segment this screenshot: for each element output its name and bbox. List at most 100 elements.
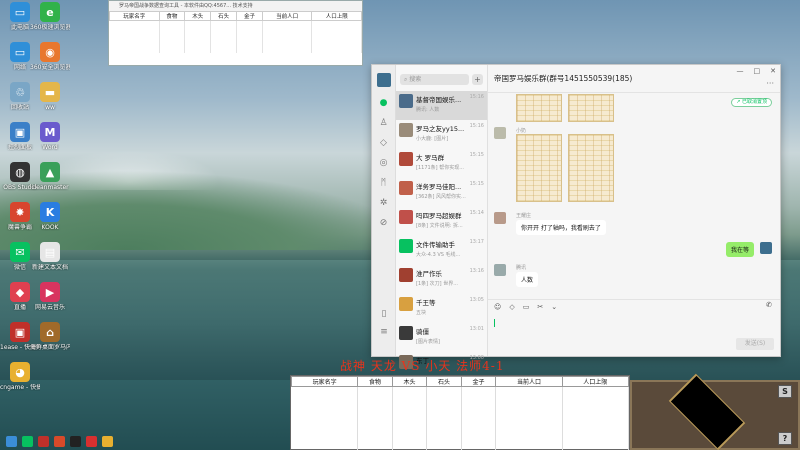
- table-column-header[interactable]: 人口上限: [311, 11, 362, 21]
- table-column-header[interactable]: 当前人口: [495, 376, 563, 387]
- desktop-icon[interactable]: ◉ 360安全浏览器: [30, 42, 70, 71]
- table-column-header[interactable]: 玩家名字: [290, 376, 359, 387]
- maximize-button[interactable]: □: [754, 67, 761, 75]
- minimap-score-button[interactable]: S: [778, 385, 792, 398]
- favorites-toolbar-icon[interactable]: ◇: [509, 303, 514, 311]
- chat-main-panel: 帝国罗马娱乐群(群号1451550539(185) — □ ✕ ··· ↗ 已取…: [488, 65, 780, 356]
- more-options-icon[interactable]: ···: [766, 79, 774, 88]
- folder-icon[interactable]: ▭: [523, 303, 530, 311]
- table-column-header[interactable]: 人口上限: [561, 376, 630, 387]
- game2-taskbar-icon[interactable]: [86, 435, 97, 447]
- moments-icon[interactable]: ᛗ: [378, 177, 390, 189]
- send-button[interactable]: 发送(S): [736, 338, 774, 350]
- app-icon: ✸: [10, 202, 30, 222]
- app-taskbar-icon[interactable]: [54, 435, 65, 447]
- conversation-avatar: [399, 123, 413, 137]
- image-message[interactable]: [516, 94, 562, 122]
- desktop-icon[interactable]: ⌂ 海鲜桌面罗马内斯: [30, 322, 70, 351]
- message-input[interactable]: [494, 315, 774, 335]
- table-column-header[interactable]: 木头: [184, 11, 212, 21]
- conversation-time: 15:15: [469, 181, 484, 187]
- conversation-avatar: [399, 326, 413, 340]
- user-avatar[interactable]: [376, 73, 391, 87]
- table-column-header[interactable]: 当前人口: [261, 11, 313, 21]
- wechat-window[interactable]: ● ♙ ◇ ◎ ᛗ ✲ ⊘ ▯ ≡ ⌕ 搜索 + 基督帝国娱乐... 15:16 腾…: [371, 64, 781, 369]
- conversation-name: 骑僵: [416, 328, 429, 336]
- conversation-list: ⌕ 搜索 + 基督帝国娱乐... 15:16 腾讯: 人数 罗马之友yy15... 15…: [396, 65, 488, 369]
- game-minimap[interactable]: S ?: [630, 373, 800, 450]
- conversation-item[interactable]: 吗四罗马超娱群 15:14 [8条] 文件说明: 拆...: [396, 207, 487, 236]
- desktop-icon-label: 360安全浏览器: [30, 64, 70, 71]
- conversation-name: 千王等: [416, 299, 436, 307]
- voice-call-icon[interactable]: ✆: [766, 301, 772, 309]
- windows-start-icon[interactable]: [6, 435, 17, 447]
- menu-icon[interactable]: ≡: [378, 326, 390, 338]
- conversation-item[interactable]: 骑僵 13:01 [图片表情]: [396, 323, 487, 352]
- conversation-preview: [图片表情]: [416, 339, 440, 345]
- files-icon[interactable]: ◎: [378, 157, 390, 169]
- penguin-taskbar-icon[interactable]: [70, 435, 81, 447]
- image-message[interactable]: [568, 94, 614, 122]
- contacts-icon[interactable]: ♙: [378, 117, 390, 129]
- favorites-icon[interactable]: ◇: [378, 137, 390, 149]
- phone-icon[interactable]: ▯: [378, 308, 390, 320]
- channels-icon[interactable]: ✲: [378, 197, 390, 209]
- message-bubble[interactable]: 你开开 打了轴吗，我看刷去了: [516, 220, 606, 235]
- message-area: 小奶 王耀庄 你开开 打了轴吗，我看刷去了 我在等 腾讯 人数: [488, 94, 780, 299]
- search-input[interactable]: ⌕ 搜索: [400, 74, 469, 85]
- conversation-avatar: [399, 239, 413, 253]
- stats-mini-window[interactable]: 罗马帝国战争数据查询工具 - 本软件由QQ:4567... 技术支持 玩家名字食…: [108, 0, 363, 66]
- wechat-taskbar-icon[interactable]: [22, 435, 33, 447]
- table-column-header[interactable]: 木头: [391, 376, 428, 387]
- table-column-header[interactable]: 食物: [158, 11, 186, 21]
- desktop-icon[interactable]: ▲ cleanmaster: [30, 162, 70, 191]
- sender-avatar[interactable]: [494, 127, 506, 139]
- search-apps-icon[interactable]: ⊘: [378, 217, 390, 229]
- desktop-icon[interactable]: M Word: [30, 122, 70, 151]
- conversation-item[interactable]: 文件传输助手 13:17 大众-4.3 VS 毛线...: [396, 236, 487, 265]
- message-bubble[interactable]: 人数: [516, 272, 539, 287]
- game-taskbar-icon[interactable]: [38, 435, 49, 447]
- emoji-icon[interactable]: ☺: [494, 303, 501, 311]
- desktop-icon[interactable]: K KOOK: [30, 202, 70, 231]
- conversation-avatar: [399, 297, 413, 311]
- conversation-item[interactable]: 基督帝国娱乐... 15:16 腾讯: 人数: [396, 91, 487, 120]
- mini-stats-table: 玩家名字 食物 木头 石头 金子 当前人口 人口上限: [109, 11, 362, 53]
- desktop-icon[interactable]: ▬ ww: [30, 82, 70, 111]
- sender-avatar[interactable]: [494, 212, 506, 224]
- chevron-down-icon[interactable]: ⌄: [551, 303, 557, 311]
- conversation-avatar: [399, 152, 413, 166]
- screenshot-icon[interactable]: ✂: [537, 303, 543, 311]
- table-column-header[interactable]: 金子: [236, 11, 263, 21]
- my-avatar[interactable]: [760, 242, 772, 254]
- chats-icon[interactable]: ●: [378, 97, 390, 109]
- sender-avatar[interactable]: [494, 264, 506, 276]
- desktop-icon[interactable]: ◕ cngame - 快捷方式: [0, 362, 40, 391]
- image-message[interactable]: [568, 134, 614, 202]
- app-icon: ▶: [40, 282, 60, 302]
- conversation-avatar: [399, 268, 413, 282]
- wechat-side-rail: ● ♙ ◇ ◎ ᛗ ✲ ⊘ ▯ ≡: [372, 65, 396, 356]
- app-icon: ◕: [10, 362, 30, 382]
- minimap-help-button[interactable]: ?: [778, 432, 792, 445]
- minimize-button[interactable]: —: [737, 67, 744, 75]
- table-column-header[interactable]: 玩家名字: [109, 11, 160, 21]
- folder-taskbar-icon[interactable]: [102, 435, 113, 447]
- image-message[interactable]: [516, 134, 562, 202]
- conversation-item[interactable]: 洋务罗马佳阳... 15:15 [362条] 风风帮你实...: [396, 178, 487, 207]
- my-message-bubble[interactable]: 我在等: [725, 242, 754, 257]
- conversation-item[interactable]: 千王等 13:05 五块: [396, 294, 487, 323]
- close-button[interactable]: ✕: [770, 67, 776, 75]
- table-column-header[interactable]: 食物: [357, 376, 393, 387]
- desktop-icon[interactable]: ▶ 网易云音乐: [30, 282, 70, 311]
- table-column-header[interactable]: 石头: [426, 376, 462, 387]
- table-column-header[interactable]: 石头: [210, 11, 238, 21]
- table-column-header[interactable]: 金子: [460, 376, 497, 387]
- conversation-item[interactable]: 淮尸作乐 13:16 [1条] 次刀] 世界...: [396, 265, 487, 294]
- conversation-item[interactable]: 罗马之友yy15... 15:16 小大鹿: [图片]: [396, 120, 487, 149]
- desktop-icon[interactable]: ▤ 新建文本文档: [30, 242, 70, 271]
- desktop-icon-label: KOOK: [41, 224, 59, 231]
- conversation-item[interactable]: 大 罗马群 15:15 [1171条] 帮你实现...: [396, 149, 487, 178]
- desktop-icon[interactable]: e 360极速浏览器: [30, 2, 70, 31]
- add-button[interactable]: +: [472, 74, 483, 85]
